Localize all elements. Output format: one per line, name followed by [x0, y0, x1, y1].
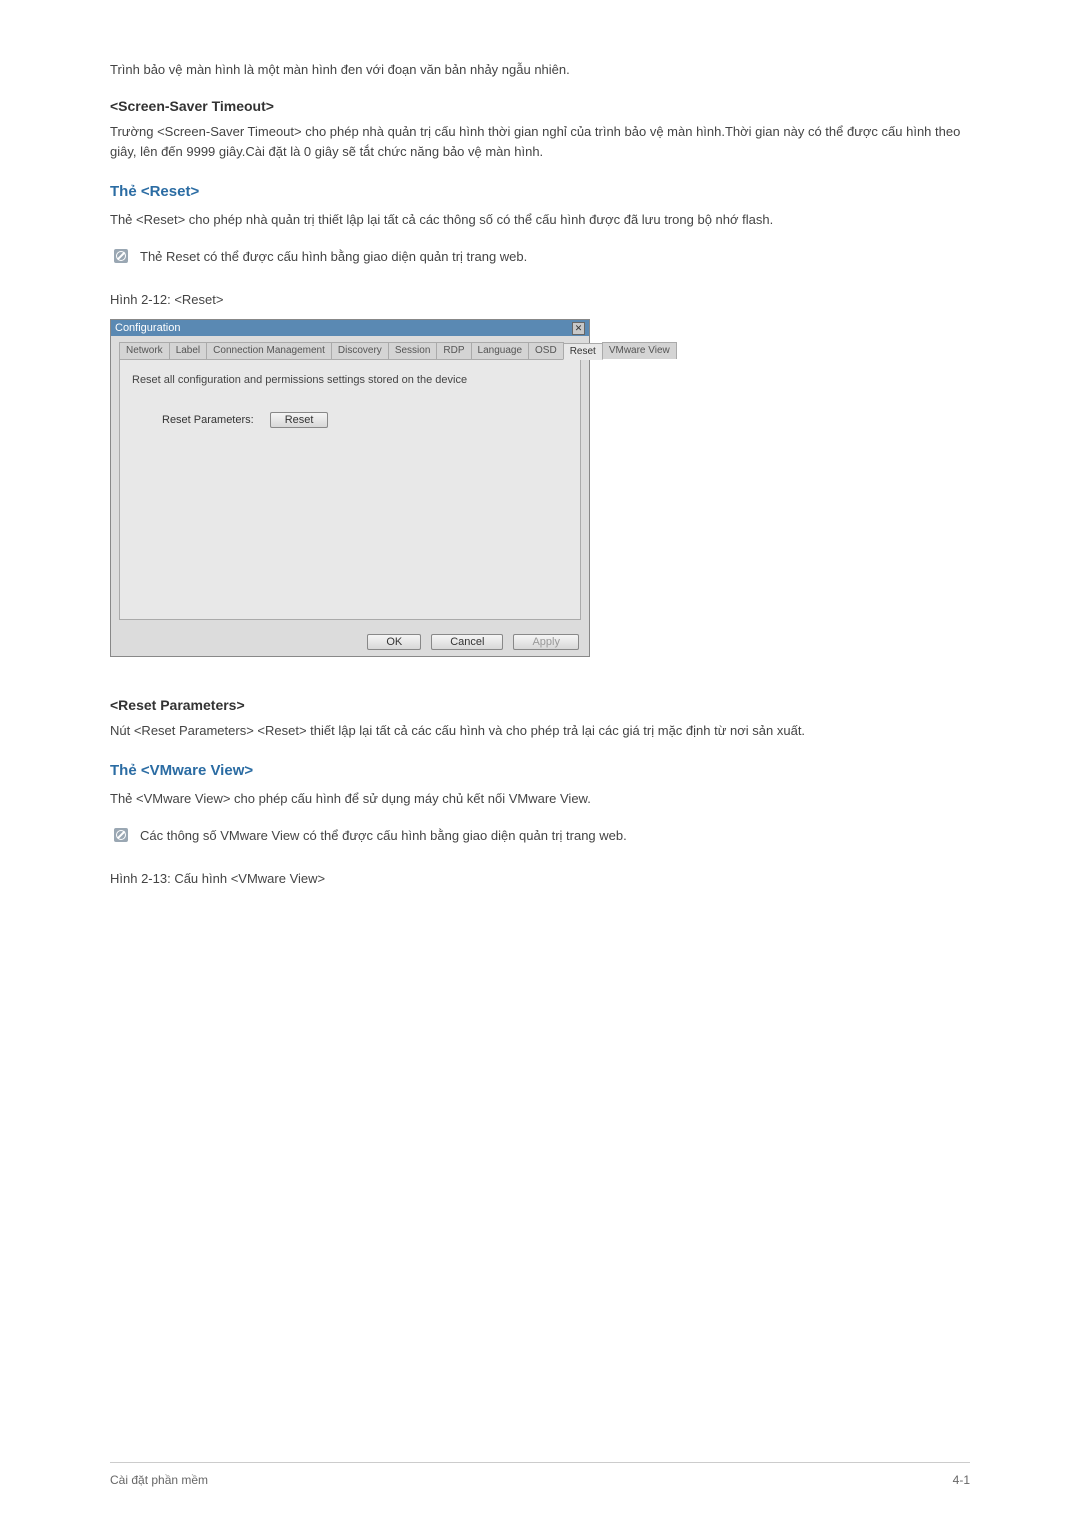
vmware-note-row: Các thông số VMware View có thể được cấu…	[114, 826, 970, 846]
dialog-tab-row: Network Label Connection Management Disc…	[119, 342, 581, 360]
tab-language[interactable]: Language	[471, 342, 530, 359]
tab-content: Reset all configuration and permissions …	[119, 360, 581, 620]
vmware-view-body: Thẻ <VMware View> cho phép cấu hình để s…	[110, 789, 970, 810]
reset-parameters-heading: <Reset Parameters>	[110, 697, 970, 713]
reset-tab-body: Thẻ <Reset> cho phép nhà quản trị thiết …	[110, 210, 970, 231]
reset-tab-heading: Thẻ <Reset>	[110, 183, 970, 200]
tab-rdp[interactable]: RDP	[436, 342, 471, 359]
note-icon	[114, 828, 128, 842]
intro-text: Trình bảo vệ màn hình là một màn hình đe…	[110, 60, 970, 80]
footer-left: Cài đặt phần mềm	[110, 1473, 208, 1487]
configuration-dialog: Configuration ✕ Network Label Connection…	[110, 319, 590, 657]
reset-parameters-label: Reset Parameters:	[162, 414, 254, 426]
page-footer: Cài đặt phần mềm 4-1	[110, 1462, 970, 1487]
footer-right: 4-1	[953, 1473, 970, 1487]
note-icon	[114, 249, 128, 263]
vmware-view-heading: Thẻ <VMware View>	[110, 762, 970, 779]
ok-button[interactable]: OK	[367, 634, 421, 650]
apply-button[interactable]: Apply	[513, 634, 579, 650]
tab-connection-management[interactable]: Connection Management	[206, 342, 332, 359]
tab-network[interactable]: Network	[119, 342, 170, 359]
tab-osd[interactable]: OSD	[528, 342, 564, 359]
reset-note-text: Thẻ Reset có thể được cấu hình bằng giao…	[140, 247, 527, 267]
figure-2-13-caption: Hình 2-13: Cấu hình <VMware View>	[110, 871, 970, 886]
tab-reset[interactable]: Reset	[563, 343, 603, 360]
screensaver-timeout-body: Trường <Screen-Saver Timeout> cho phép n…	[110, 122, 970, 164]
reset-note-row: Thẻ Reset có thể được cấu hình bằng giao…	[114, 247, 970, 267]
reset-button[interactable]: Reset	[270, 412, 329, 428]
tab-vmware-view[interactable]: VMware View	[602, 342, 677, 359]
screensaver-timeout-heading: <Screen-Saver Timeout>	[110, 98, 970, 114]
vmware-note-text: Các thông số VMware View có thể được cấu…	[140, 826, 627, 846]
tab-session[interactable]: Session	[388, 342, 438, 359]
dialog-footer: OK Cancel Apply	[111, 628, 589, 656]
reset-parameters-body: Nút <Reset Parameters> <Reset> thiết lập…	[110, 721, 970, 742]
figure-2-12-caption: Hình 2-12: <Reset>	[110, 292, 970, 307]
tab-discovery[interactable]: Discovery	[331, 342, 389, 359]
cancel-button[interactable]: Cancel	[431, 634, 503, 650]
dialog-titlebar: Configuration ✕	[111, 320, 589, 336]
close-icon[interactable]: ✕	[572, 322, 585, 335]
tab-label[interactable]: Label	[169, 342, 207, 359]
dialog-title: Configuration	[115, 322, 180, 334]
reset-description: Reset all configuration and permissions …	[132, 374, 568, 386]
